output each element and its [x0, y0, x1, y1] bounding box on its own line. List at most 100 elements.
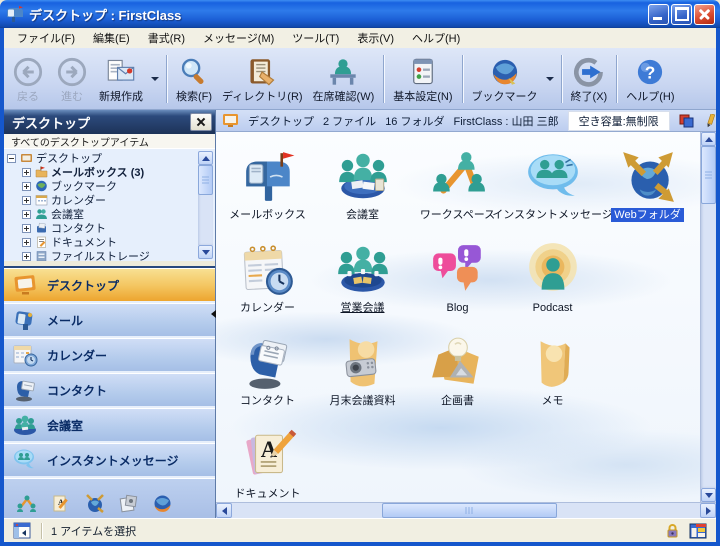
- tree-item-mailbox[interactable]: メールボックス (3): [22, 165, 215, 179]
- panel-toggle-icon[interactable]: [13, 522, 32, 539]
- menu-file[interactable]: ファイル(F): [8, 28, 84, 48]
- desktop-item-sales-meeting[interactable]: 営業会議: [315, 225, 410, 318]
- sidebar-nav-desktop[interactable]: デスクトップ: [4, 268, 215, 303]
- im-icon: [12, 448, 38, 472]
- maximize-button[interactable]: [671, 4, 692, 25]
- svg-text:?: ?: [645, 62, 656, 82]
- exit-button[interactable]: 終了(X): [566, 51, 613, 107]
- scrollbar-track[interactable]: [232, 503, 700, 518]
- sidebar-nav-mail[interactable]: メール: [4, 303, 215, 338]
- tree-item-documents[interactable]: ドキュメント: [22, 235, 215, 249]
- scroll-left-button[interactable]: [216, 503, 232, 518]
- expand-expander[interactable]: [22, 238, 31, 247]
- bookmarks-button[interactable]: ブックマーク: [467, 51, 543, 107]
- back-button[interactable]: 戻る: [6, 51, 50, 107]
- webfolder-icon[interactable]: [84, 494, 105, 513]
- menu-format[interactable]: 書式(R): [139, 28, 194, 48]
- idea-folder-icon: [429, 334, 487, 392]
- tree-item-calendar[interactable]: カレンダー: [22, 193, 215, 207]
- help-icon: ?: [635, 56, 665, 88]
- document-icon[interactable]: A: [50, 494, 71, 513]
- directory-button[interactable]: ディレクトリ(R): [217, 51, 308, 107]
- tree-item-desktop[interactable]: デスクトップ: [7, 151, 215, 165]
- menu-message[interactable]: メッセージ(M): [194, 28, 283, 48]
- expand-expander[interactable]: [22, 168, 31, 177]
- mail-icon: [12, 308, 38, 332]
- split-view-icon[interactable]: [679, 114, 694, 128]
- collapse-expander[interactable]: [7, 154, 16, 163]
- scrollbar-thumb[interactable]: [198, 165, 213, 195]
- desktop-item-podcast[interactable]: Podcast: [505, 225, 600, 318]
- tree-item-bookmarks[interactable]: ブックマーク: [22, 179, 215, 193]
- desktop-item-calendar[interactable]: カレンダー: [220, 225, 315, 318]
- rolodex-icon: [239, 334, 297, 392]
- sidebar-nav-contacts[interactable]: コンタクト: [4, 373, 215, 408]
- scroll-down-button[interactable]: [701, 488, 716, 502]
- preferences-button[interactable]: 基本設定(N): [388, 51, 457, 107]
- expand-expander[interactable]: [22, 182, 31, 191]
- minimize-button[interactable]: [648, 4, 669, 25]
- sidebar-collapse-handle[interactable]: [207, 310, 216, 318]
- new-message-dropdown-arrow[interactable]: [148, 51, 162, 107]
- sidebar-close-button[interactable]: [190, 113, 212, 131]
- sidebar-nav-instant-message[interactable]: インスタントメッセージ: [4, 443, 215, 478]
- document-icon: [35, 236, 48, 248]
- scrollbar-thumb[interactable]: [382, 503, 557, 518]
- sidebar-divider: [4, 261, 215, 268]
- sidebar-tree: デスクトップ メールボックス (3) ブックマーク: [4, 149, 215, 261]
- forward-button[interactable]: 進む: [50, 51, 94, 107]
- scroll-right-button[interactable]: [700, 503, 716, 518]
- sidebar-header: デスクトップ: [4, 110, 215, 134]
- sidebar-nav-calendar[interactable]: カレンダー: [4, 338, 215, 373]
- help-button[interactable]: ? ヘルプ(H): [621, 51, 679, 107]
- scrollbar-track[interactable]: [198, 165, 213, 245]
- tree-item-file-storage[interactable]: ファイルストレージ: [22, 249, 215, 261]
- search-button[interactable]: 検索(F): [171, 51, 217, 107]
- menu-tools[interactable]: ツール(T): [283, 28, 348, 48]
- scrollbar-thumb[interactable]: [701, 146, 716, 204]
- edit-pencil-icon[interactable]: [703, 114, 718, 128]
- expand-expander[interactable]: [22, 196, 31, 205]
- desktop-item-proposal[interactable]: 企画書: [410, 318, 505, 411]
- status-bar: 1 アイテムを選択: [4, 518, 716, 542]
- new-message-button[interactable]: 新規作成: [94, 51, 148, 107]
- web-icon[interactable]: [152, 494, 173, 513]
- main-vertical-scrollbar[interactable]: [700, 132, 716, 502]
- presence-button[interactable]: 在席確認(W): [308, 51, 380, 107]
- desktop-item-blog[interactable]: Blog: [410, 225, 505, 318]
- news-icon[interactable]: [118, 494, 139, 513]
- scrollbar-track[interactable]: [701, 146, 716, 488]
- desktop-item-webfolder[interactable]: Webフォルダ: [600, 132, 695, 225]
- sidebar-nav-conference[interactable]: 会議室: [4, 408, 215, 443]
- directory-icon: [247, 56, 277, 88]
- expand-expander[interactable]: [22, 224, 31, 233]
- folder-count: 16 フォルダ: [385, 113, 444, 129]
- bookmarks-dropdown-arrow[interactable]: [543, 51, 557, 107]
- menu-help[interactable]: ヘルプ(H): [403, 28, 469, 48]
- menu-edit[interactable]: 編集(E): [84, 28, 139, 48]
- menu-view[interactable]: 表示(V): [348, 28, 403, 48]
- workspace-icon[interactable]: [16, 494, 37, 513]
- title-bar[interactable]: デスクトップ : FirstClass: [0, 0, 720, 28]
- layout-icon[interactable]: [689, 523, 707, 539]
- desktop-item-instant-message[interactable]: インスタントメッセージ: [505, 132, 600, 225]
- desktop-item-contacts[interactable]: コンタクト: [220, 318, 315, 411]
- scroll-up-button[interactable]: [701, 132, 716, 146]
- expand-expander[interactable]: [22, 252, 31, 261]
- calendar-clock-icon: [239, 241, 297, 299]
- tree-scrollbar[interactable]: [198, 151, 213, 259]
- desktop-item-conference[interactable]: 会議室: [315, 132, 410, 225]
- scroll-up-button[interactable]: [198, 151, 213, 165]
- desktop-item-documents[interactable]: A ドキュメント: [220, 411, 315, 502]
- desktop-view[interactable]: メールボックス 会議室: [216, 132, 716, 502]
- desktop-item-memo[interactable]: メモ: [505, 318, 600, 411]
- desktop-item-monthly-materials[interactable]: 月末会議資料: [315, 318, 410, 411]
- tree-item-contacts[interactable]: コンタクト: [22, 221, 215, 235]
- main-horizontal-scrollbar[interactable]: [216, 502, 716, 518]
- expand-expander[interactable]: [22, 210, 31, 219]
- close-button[interactable]: [694, 4, 715, 25]
- desktop-item-mailbox[interactable]: メールボックス: [220, 132, 315, 225]
- tree-item-conference[interactable]: 会議室: [22, 207, 215, 221]
- sidebar-filter-label: すべてのデスクトップアイテム: [4, 134, 215, 149]
- scroll-down-button[interactable]: [198, 245, 213, 259]
